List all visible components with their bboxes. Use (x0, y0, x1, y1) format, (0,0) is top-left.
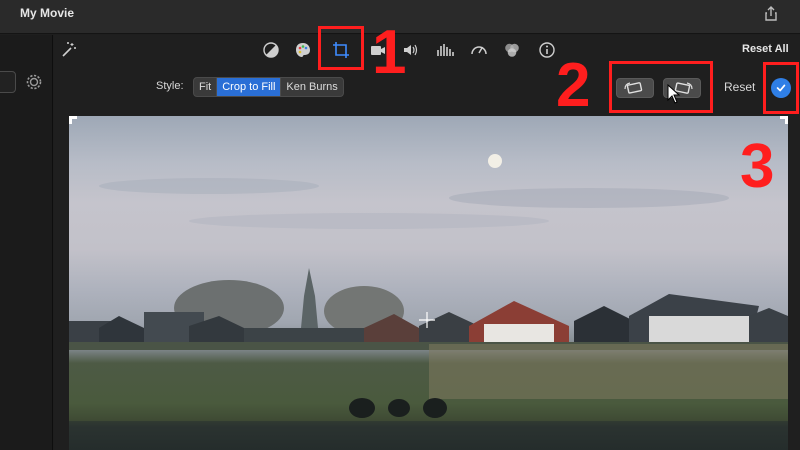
info-icon[interactable] (537, 40, 557, 60)
left-field[interactable] (0, 71, 16, 93)
video-preview[interactable] (69, 116, 788, 450)
callout-number-3: 3 (740, 132, 775, 201)
style-fit-button[interactable]: Fit (194, 78, 218, 96)
crop-handle-top-left[interactable] (69, 116, 77, 124)
reset-button[interactable]: Reset (724, 80, 755, 94)
callout-box-crop (318, 26, 364, 70)
style-label: Style: (156, 80, 184, 92)
callout-box-apply (763, 62, 799, 114)
style-ken-burns-button[interactable]: Ken Burns (281, 78, 342, 96)
gear-icon[interactable] (24, 72, 44, 92)
crop-style-selector: Fit Crop to Fill Ken Burns (193, 77, 344, 97)
share-icon[interactable] (762, 5, 780, 23)
window-title: My Movie (20, 6, 75, 20)
style-crop-to-fill-button[interactable]: Crop to Fill (217, 78, 282, 96)
speed-icon[interactable] (469, 40, 489, 60)
left-panel (0, 35, 53, 450)
video-frame-image (69, 154, 788, 450)
noise-reduction-icon[interactable] (435, 40, 455, 60)
callout-box-rotate (609, 61, 713, 113)
color-balance-icon[interactable] (261, 40, 281, 60)
crop-handle-top-right[interactable] (780, 116, 788, 124)
callout-number-2: 2 (556, 51, 591, 120)
reset-all-button[interactable]: Reset All (742, 43, 789, 55)
magic-wand-icon[interactable] (58, 40, 78, 60)
callout-number-1: 1 (372, 18, 407, 87)
mouse-cursor-icon (667, 83, 681, 104)
clip-filter-icon[interactable] (502, 40, 522, 60)
color-correction-icon[interactable] (293, 40, 313, 60)
